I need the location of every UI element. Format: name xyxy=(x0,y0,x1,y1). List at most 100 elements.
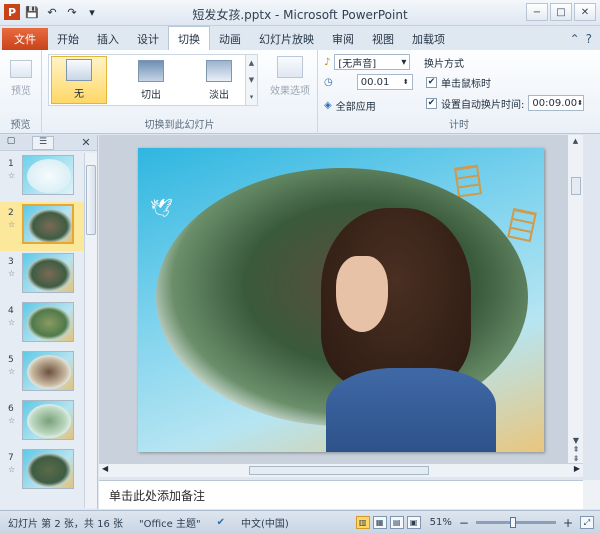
gallery-scroll[interactable]: ▲ ▼ ▾ xyxy=(245,55,257,105)
normal-view-icon[interactable]: ▥ xyxy=(355,516,370,529)
outline-tab[interactable]: ☰ xyxy=(32,135,54,150)
tab-insert[interactable]: 插入 xyxy=(88,28,128,50)
slide-thumb-5[interactable]: 5 ☆ xyxy=(0,349,84,398)
window-title: 短发女孩.pptx - Microsoft PowerPoint xyxy=(192,8,408,22)
view-buttons: ▥ ▦ ▤ ▣ 51% − + ⤢ xyxy=(355,516,600,530)
transition-star-icon: ☆ xyxy=(8,171,16,180)
scroll-nav-buttons[interactable]: ▼ ⇞ ⇟ xyxy=(568,436,584,463)
sound-icon: ♪ xyxy=(324,56,331,68)
slide-info: 幻灯片 第 2 张，共 16 张 xyxy=(8,519,123,530)
language[interactable]: 中文(中国) xyxy=(233,515,297,530)
gallery-down-icon[interactable]: ▼ xyxy=(249,76,254,84)
transition-fade-label: 淡出 xyxy=(209,90,229,101)
fit-to-window-icon[interactable]: ⤢ xyxy=(580,516,594,529)
slide-thumb-2[interactable]: 2 ☆ xyxy=(0,202,84,251)
tab-slideshow[interactable]: 幻灯片放映 xyxy=(250,28,323,50)
scroll-thumb[interactable] xyxy=(249,466,429,475)
transition-star-icon: ☆ xyxy=(8,367,16,376)
tab-home[interactable]: 开始 xyxy=(48,28,88,50)
preview-group-label: 预览 xyxy=(10,120,31,131)
slide-thumb-4[interactable]: 4 ☆ xyxy=(0,300,84,349)
transition-cut[interactable]: 切出 xyxy=(123,56,179,104)
zoom-out-button[interactable]: − xyxy=(459,516,469,530)
minimize-button[interactable]: − xyxy=(526,3,548,21)
help-icon[interactable]: ? xyxy=(586,32,592,46)
scroll-right-icon[interactable]: ▶ xyxy=(574,464,580,473)
zoom-knob[interactable] xyxy=(509,517,516,528)
spellcheck-icon[interactable]: ✔ xyxy=(209,517,233,528)
photo-oval[interactable] xyxy=(156,168,528,452)
slide-thumb-6[interactable]: 6 ☆ xyxy=(0,398,84,447)
tab-animations[interactable]: 动画 xyxy=(210,28,250,50)
scroll-up-icon[interactable]: ▲ xyxy=(568,137,583,145)
photo-shirt xyxy=(326,368,496,452)
duration-row: ◷ 00.01 ⬍ xyxy=(324,74,413,90)
transition-none-label: 无 xyxy=(74,89,84,100)
current-slide[interactable]: 🕊 xyxy=(138,148,544,452)
maximize-button[interactable]: □ xyxy=(550,3,572,21)
slides-tab[interactable]: ▢ xyxy=(0,136,22,150)
slideshow-icon[interactable]: ▣ xyxy=(406,516,421,529)
transition-star-icon: ☆ xyxy=(8,220,16,229)
transition-none[interactable]: 无 xyxy=(51,56,107,104)
tab-addins[interactable]: 加载项 xyxy=(403,28,454,50)
zoom-level[interactable]: 51% xyxy=(430,517,452,528)
theme-name[interactable]: "Office 主题" xyxy=(131,515,209,530)
duration-spinner[interactable]: 00.01 ⬍ xyxy=(356,74,413,90)
ribbon-tabs: 文件 开始 插入 设计 切换 动画 幻灯片放映 审阅 视图 加载项 ⌃ ? xyxy=(0,26,600,50)
transition-fade[interactable]: 淡出 xyxy=(191,56,247,104)
auto-advance-row[interactable]: ✔ 设置自动换片时间: 00:09.00 ⬍ xyxy=(426,95,585,111)
on-click-row[interactable]: ✔ 单击鼠标时 xyxy=(426,75,491,90)
apply-all-button[interactable]: ◈ 全部应用 xyxy=(324,98,376,113)
thumbnail-list: 1 ☆ 2 ☆ 3 ☆ 4 ☆ 5 ☆ 6 ☆ 7 ☆ xyxy=(0,153,84,496)
auto-advance-spinner[interactable]: 00:09.00 ⬍ xyxy=(528,95,585,111)
slide-vertical-scrollbar[interactable]: ▲ ▼ ⇞ ⇟ xyxy=(567,135,583,463)
thumbnail-scrollbar[interactable] xyxy=(84,153,97,508)
slide-number: 1 xyxy=(8,159,14,169)
tab-view[interactable]: 视图 xyxy=(363,28,403,50)
photo-face xyxy=(336,256,388,332)
sound-select[interactable]: [无声音] ▾ xyxy=(334,54,411,70)
scroll-left-icon[interactable]: ◀ xyxy=(102,464,108,473)
tab-review[interactable]: 审阅 xyxy=(323,28,363,50)
preview-label: 预览 xyxy=(11,86,31,97)
tab-transitions[interactable]: 切换 xyxy=(168,26,210,50)
slide-thumb-image xyxy=(22,351,74,391)
on-click-label: 单击鼠标时 xyxy=(441,79,491,90)
slide-thumb-image xyxy=(22,302,74,342)
auto-advance-checkbox[interactable]: ✔ xyxy=(426,97,437,109)
gallery-more-icon[interactable]: ▾ xyxy=(250,93,254,101)
slide-number: 3 xyxy=(8,257,14,267)
zoom-slider[interactable] xyxy=(475,517,556,528)
slide-number: 7 xyxy=(8,453,14,463)
gallery-up-icon[interactable]: ▲ xyxy=(249,59,254,67)
advance-heading: 换片方式 xyxy=(424,59,464,70)
on-click-checkbox[interactable]: ✔ xyxy=(426,77,437,88)
title-bar: P 💾 ↶ ↷ ▾ 短发女孩.pptx - Microsoft PowerPoi… xyxy=(0,0,600,26)
timing-group: ♪ [无声音] ▾ ◷ 00.01 ⬍ ◈ 全部应用 换片方式 ✔ 单击鼠标时 xyxy=(318,50,600,134)
scroll-thumb[interactable] xyxy=(86,165,96,235)
close-button[interactable]: ✕ xyxy=(574,3,596,21)
sound-value: [无声音] xyxy=(338,58,377,70)
zoom-in-button[interactable]: + xyxy=(563,516,573,530)
minimize-ribbon-icon[interactable]: ⌃ xyxy=(570,32,580,46)
tab-design[interactable]: 设计 xyxy=(128,28,168,50)
preview-button[interactable]: 预览 xyxy=(0,52,42,100)
reading-view-icon[interactable]: ▤ xyxy=(389,516,404,529)
effect-options-label: 效果选项 xyxy=(270,86,310,97)
scroll-thumb[interactable] xyxy=(571,177,581,195)
slide-thumb-7[interactable]: 7 ☆ xyxy=(0,447,84,496)
close-pane-icon[interactable]: ✕ xyxy=(75,136,97,150)
slide-number: 4 xyxy=(8,306,14,316)
slide-edit-area: 🕊 ▲ ▼ ⇞ ⇟ xyxy=(99,135,583,463)
transition-cut-icon xyxy=(138,60,164,82)
slide-thumb-1[interactable]: 1 ☆ xyxy=(0,153,84,202)
slide-horizontal-scrollbar[interactable]: ◀ ▶ xyxy=(99,463,583,477)
transition-fade-icon xyxy=(206,60,232,82)
effect-options-button[interactable]: 效果选项 xyxy=(264,52,316,100)
apply-all-icon: ◈ xyxy=(324,100,332,111)
slide-thumb-3[interactable]: 3 ☆ xyxy=(0,251,84,300)
slide-sorter-icon[interactable]: ▦ xyxy=(372,516,387,529)
tab-file[interactable]: 文件 xyxy=(2,28,48,50)
notes-pane[interactable]: 单击此处添加备注 xyxy=(99,480,583,509)
